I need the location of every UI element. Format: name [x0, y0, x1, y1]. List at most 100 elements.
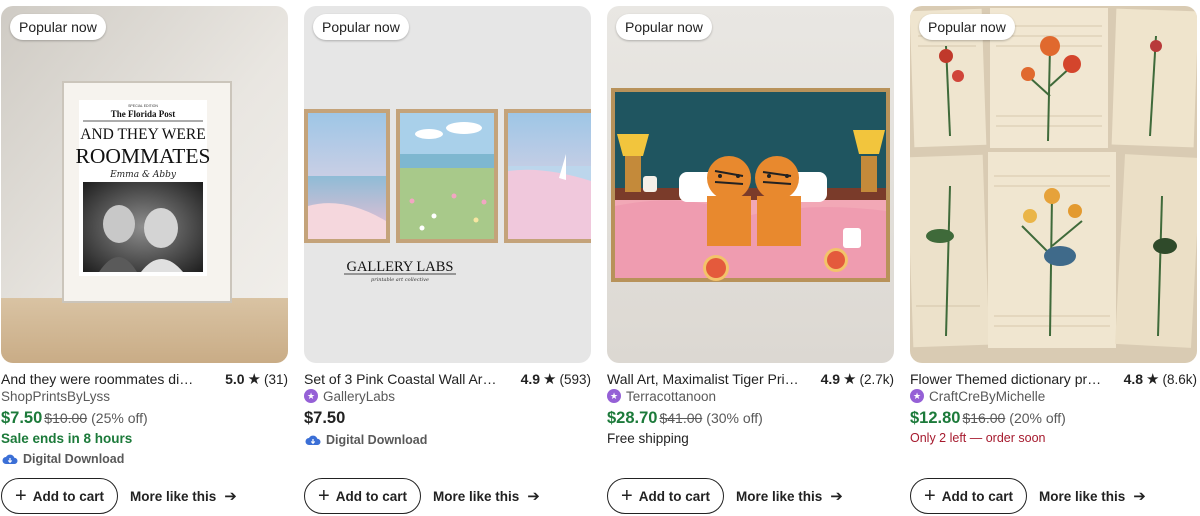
listing-rating: 4.9 ★ (593)	[521, 370, 591, 388]
more-like-this-label: More like this	[1039, 488, 1126, 504]
poster-headline-1: AND THEY WERE	[80, 126, 205, 143]
sale-price: $28.70	[607, 409, 658, 427]
listing-title[interactable]: Flower Themed dictionary pr…	[910, 371, 1105, 387]
discount-text: (25% off)	[91, 410, 148, 426]
popular-badge: Popular now	[313, 14, 409, 40]
review-count: (8.6k)	[1162, 371, 1197, 387]
price: $7.50	[304, 409, 346, 427]
listing-card[interactable]: GALLERY LABS printable art collective Po…	[304, 6, 591, 514]
add-to-cart-label: Add to cart	[32, 488, 104, 504]
listing-image[interactable]: Popular now	[607, 6, 894, 363]
more-like-this-link[interactable]: More like this ➔	[130, 487, 237, 505]
listing-title[interactable]: Set of 3 Pink Coastal Wall Art…	[304, 371, 499, 387]
more-like-this-label: More like this	[433, 488, 520, 504]
poster-headline-2: ROOMMATES	[76, 144, 211, 168]
poster-masthead: The Florida Post	[111, 109, 176, 119]
brand-tagline: printable art collective	[371, 277, 429, 283]
add-to-cart-button[interactable]: + Add to cart	[607, 478, 724, 514]
price-row: $12.80 $16.00 (20% off)	[910, 409, 1066, 428]
add-to-cart-button[interactable]: + Add to cart	[910, 478, 1027, 514]
brand-name: GALLERY LABS	[346, 259, 453, 275]
listing-title[interactable]: And they were roommates di…	[1, 371, 196, 387]
popular-badge: Popular now	[616, 14, 712, 40]
digital-download-text: Digital Download	[326, 433, 428, 447]
discount-text: (30% off)	[706, 410, 763, 426]
add-to-cart-label: Add to cart	[941, 488, 1013, 504]
star-icon: ★	[843, 371, 857, 388]
low-stock-text: Only 2 left — order soon	[910, 431, 1046, 445]
poster-image: SPECIAL EDITION The Florida Post AND THE…	[1, 6, 288, 363]
free-shipping-text: Free shipping	[607, 431, 689, 446]
cloud-download-icon	[2, 454, 18, 464]
shop-name-row: ★ Terracottanoon	[607, 387, 716, 405]
listing-title[interactable]: Wall Art, Maximalist Tiger Pri…	[607, 371, 802, 387]
listing-card[interactable]: Popular now Wall Art, Maximalist Tiger P…	[607, 6, 894, 514]
shop-name[interactable]: Terracottanoon	[626, 389, 716, 404]
popular-badge: Popular now	[919, 14, 1015, 40]
shop-name[interactable]: ShopPrintsByLyss	[1, 389, 110, 404]
cloud-download-icon	[305, 435, 321, 445]
price-row: $7.50 $10.00 (25% off)	[1, 409, 148, 428]
poster-edition-text: SPECIAL EDITION	[128, 104, 158, 108]
tiger-art-image	[607, 6, 894, 363]
star-seller-icon: ★	[607, 389, 621, 403]
arrow-right-icon: ➔	[527, 488, 540, 505]
rating-score: 4.8	[1123, 371, 1144, 387]
review-count: (593)	[559, 371, 591, 387]
plus-icon: +	[621, 485, 633, 507]
plus-icon: +	[318, 485, 330, 507]
star-seller-icon: ★	[910, 389, 924, 403]
digital-download-text: Digital Download	[23, 452, 125, 466]
star-icon: ★	[1146, 371, 1160, 388]
star-icon: ★	[247, 371, 261, 388]
original-price: $41.00	[659, 410, 703, 426]
sale-price: $12.80	[910, 409, 961, 427]
rating-score: 5.0	[225, 371, 245, 387]
arrow-right-icon: ➔	[224, 488, 237, 505]
add-to-cart-button[interactable]: + Add to cart	[304, 478, 421, 514]
listing-image[interactable]: GALLERY LABS printable art collective Po…	[304, 6, 591, 363]
more-like-this-label: More like this	[736, 488, 823, 504]
listing-image[interactable]: SPECIAL EDITION The Florida Post AND THE…	[1, 6, 288, 363]
review-count: (31)	[263, 371, 288, 387]
listing-card[interactable]: SPECIAL EDITION The Florida Post AND THE…	[1, 6, 288, 514]
star-icon: ★	[543, 371, 557, 388]
sale-price: $7.50	[1, 409, 43, 427]
digital-download-label: Digital Download	[305, 433, 427, 447]
plus-icon: +	[15, 485, 27, 507]
arrow-right-icon: ➔	[830, 488, 843, 505]
discount-text: (20% off)	[1009, 410, 1066, 426]
add-to-cart-label: Add to cart	[335, 488, 407, 504]
price-row: $7.50	[304, 409, 345, 428]
shop-name-row: ShopPrintsByLyss	[1, 387, 110, 405]
dictionary-print-image	[910, 6, 1197, 363]
digital-download-label: Digital Download	[2, 452, 124, 466]
more-like-this-link[interactable]: More like this ➔	[1039, 487, 1146, 505]
review-count: (2.7k)	[859, 371, 894, 387]
listing-rating: 5.0 ★ (31)	[225, 370, 288, 388]
sale-ends-text: Sale ends in 8 hours	[1, 431, 133, 446]
shop-name[interactable]: GalleryLabs	[323, 389, 395, 404]
add-to-cart-label: Add to cart	[638, 488, 710, 504]
add-to-cart-button[interactable]: + Add to cart	[1, 478, 118, 514]
rating-score: 4.9	[820, 371, 841, 387]
price-row: $28.70 $41.00 (30% off)	[607, 409, 763, 428]
more-like-this-label: More like this	[130, 488, 217, 504]
listing-image[interactable]: Popular now	[910, 6, 1197, 363]
coastal-art-image: GALLERY LABS printable art collective	[304, 6, 591, 363]
more-like-this-link[interactable]: More like this ➔	[736, 487, 843, 505]
shop-name[interactable]: CraftCreByMichelle	[929, 389, 1045, 404]
arrow-right-icon: ➔	[1133, 488, 1146, 505]
plus-icon: +	[924, 485, 936, 507]
listing-card[interactable]: Popular now Flower Themed dictionary pr……	[910, 6, 1197, 514]
listing-rating: 4.9 ★ (2.7k)	[821, 370, 894, 388]
rating-score: 4.9	[520, 371, 541, 387]
shop-name-row: ★ CraftCreByMichelle	[910, 387, 1045, 405]
listing-rating: 4.8 ★ (8.6k)	[1124, 370, 1197, 388]
original-price: $10.00	[44, 410, 88, 426]
star-seller-icon: ★	[304, 389, 318, 403]
original-price: $16.00	[962, 410, 1006, 426]
popular-badge: Popular now	[10, 14, 106, 40]
shop-name-row: ★ GalleryLabs	[304, 387, 395, 405]
more-like-this-link[interactable]: More like this ➔	[433, 487, 540, 505]
